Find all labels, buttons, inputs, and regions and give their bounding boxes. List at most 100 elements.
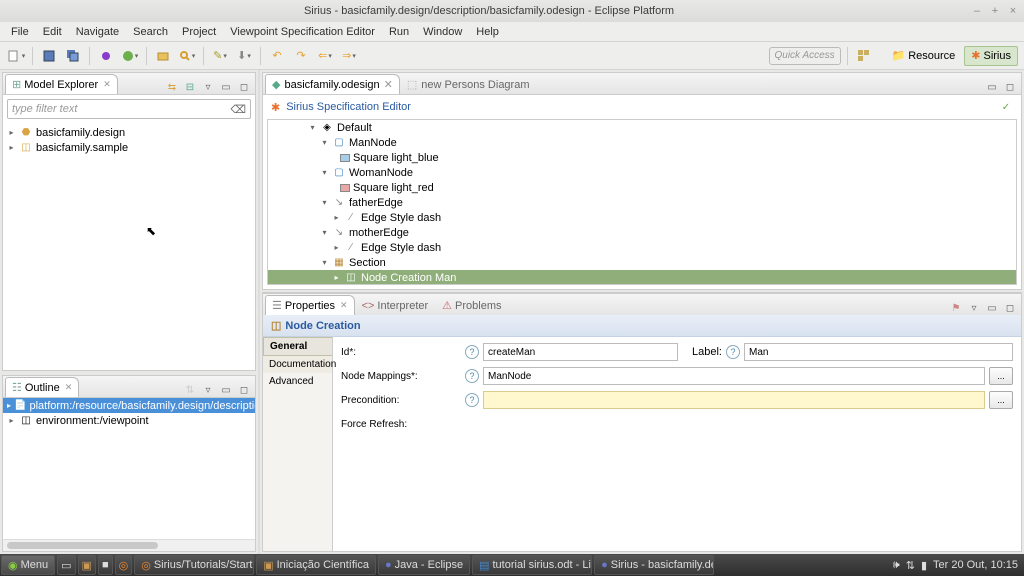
taskbar-item[interactable]: ▣Iniciação Científica bbox=[256, 555, 376, 575]
new-button[interactable] bbox=[6, 46, 26, 66]
link-editor-icon[interactable]: ⇆ bbox=[165, 80, 179, 94]
launcher-firefox[interactable]: ◎ bbox=[115, 555, 133, 575]
back-button[interactable]: ↶ bbox=[267, 46, 287, 66]
build-button[interactable] bbox=[96, 46, 116, 66]
close-icon[interactable]: ✕ bbox=[384, 78, 393, 91]
interpreter-tab[interactable]: <> Interpreter bbox=[355, 295, 436, 315]
maximize-view-icon[interactable]: ◻ bbox=[1003, 301, 1017, 315]
tree-item[interactable]: ▾▢WomanNode bbox=[268, 165, 1016, 180]
open-task-button[interactable] bbox=[153, 46, 173, 66]
problems-tab[interactable]: ⚠ Problems bbox=[435, 295, 508, 315]
tree-item[interactable]: ▾↘motherEdge bbox=[268, 225, 1016, 240]
horizontal-scrollbar[interactable] bbox=[3, 539, 255, 551]
minimize-view-icon[interactable]: ▭ bbox=[985, 301, 999, 315]
launcher-terminal[interactable]: ■ bbox=[98, 555, 113, 575]
view-menu-icon[interactable]: ▿ bbox=[967, 301, 981, 315]
tree-item[interactable]: ▾▢ManNode bbox=[268, 135, 1016, 150]
forward-button[interactable]: ↷ bbox=[291, 46, 311, 66]
outline-tab[interactable]: ☷ Outline ✕ bbox=[5, 377, 79, 397]
minimize-view-icon[interactable]: ▭ bbox=[219, 383, 233, 397]
menu-navigate[interactable]: Navigate bbox=[69, 24, 126, 40]
tree-item[interactable]: ▾↘fatherEdge bbox=[268, 195, 1016, 210]
filter-input[interactable]: type filter text ⌫ bbox=[7, 99, 251, 119]
taskbar-item[interactable]: ●Java - Eclipse bbox=[378, 555, 470, 575]
tree-item[interactable]: Square light_red bbox=[268, 180, 1016, 195]
help-icon[interactable]: ? bbox=[465, 369, 479, 383]
tree-item[interactable]: ▸∕Edge Style dash bbox=[268, 210, 1016, 225]
last-edit-button[interactable]: ⇐ bbox=[315, 46, 335, 66]
perspective-resource[interactable]: 📁Resource bbox=[884, 46, 962, 66]
help-icon[interactable]: ? bbox=[465, 345, 479, 359]
menu-file[interactable]: File bbox=[4, 24, 36, 40]
props-tab-general[interactable]: General bbox=[263, 337, 332, 356]
browse-button[interactable]: ... bbox=[989, 391, 1013, 409]
validate-icon[interactable]: ✓ bbox=[999, 100, 1013, 114]
maximize-view-icon[interactable]: ◻ bbox=[237, 383, 251, 397]
tree-item[interactable]: ▸◫environment:/viewpoint bbox=[3, 413, 255, 428]
collapse-icon[interactable]: ⊟ bbox=[183, 80, 197, 94]
view-menu-icon[interactable]: ▿ bbox=[201, 383, 215, 397]
outline-tree[interactable]: ▸📄platform:/resource/basicfamily.design/… bbox=[3, 398, 255, 468]
maximize-view-icon[interactable]: ◻ bbox=[237, 80, 251, 94]
search-button[interactable] bbox=[177, 46, 197, 66]
close-icon[interactable]: ✕ bbox=[103, 79, 111, 90]
network-icon[interactable]: ⇅ bbox=[906, 559, 915, 572]
view-menu-icon[interactable]: ▿ bbox=[201, 80, 215, 94]
sound-icon[interactable]: 🕪 bbox=[893, 559, 900, 572]
tree-item-selected[interactable]: ▸◫Node Creation Man bbox=[268, 270, 1016, 285]
menu-window[interactable]: Window bbox=[416, 24, 469, 40]
props-tab-documentation[interactable]: Documentation bbox=[263, 356, 332, 373]
menu-project[interactable]: Project bbox=[175, 24, 223, 40]
next-annotation-button[interactable]: ⇒ bbox=[339, 46, 359, 66]
launcher-files[interactable]: ▣ bbox=[78, 555, 96, 575]
clear-filter-icon[interactable]: ⌫ bbox=[230, 103, 246, 116]
label-input[interactable]: Man bbox=[744, 343, 1013, 361]
tree-item[interactable]: Square light_blue bbox=[268, 150, 1016, 165]
id-input[interactable]: createMan bbox=[483, 343, 678, 361]
show-desktop-button[interactable]: ▭ bbox=[57, 555, 75, 575]
editor-tab-diagram[interactable]: ⬚ new Persons Diagram bbox=[400, 74, 537, 94]
close-window-button[interactable]: × bbox=[1008, 5, 1018, 17]
tree-item[interactable]: ▾◈Default bbox=[268, 120, 1016, 135]
minimize-view-icon[interactable]: ▭ bbox=[985, 80, 999, 94]
close-icon[interactable]: ✕ bbox=[65, 382, 73, 393]
quick-access-input[interactable]: Quick Access bbox=[769, 47, 841, 65]
debug-button[interactable] bbox=[120, 46, 140, 66]
maximize-button[interactable]: + bbox=[990, 5, 1000, 17]
menu-vse[interactable]: Viewpoint Specification Editor bbox=[223, 24, 382, 40]
close-icon[interactable]: ✕ bbox=[340, 300, 348, 311]
taskbar-item[interactable]: ◎Sirius/Tutorials/Starte... bbox=[134, 555, 254, 575]
os-menu-button[interactable]: ◉Menu bbox=[1, 555, 55, 575]
menu-search[interactable]: Search bbox=[126, 24, 175, 40]
perspective-sirius[interactable]: ✱Sirius bbox=[964, 46, 1018, 66]
tree-item[interactable]: ▸∕Edge Style dash bbox=[268, 240, 1016, 255]
maximize-view-icon[interactable]: ◻ bbox=[1003, 80, 1017, 94]
precondition-input[interactable] bbox=[483, 391, 985, 409]
tree-item[interactable]: ▾▦Section bbox=[268, 255, 1016, 270]
help-icon[interactable]: ? bbox=[726, 345, 740, 359]
help-icon[interactable]: ? bbox=[465, 393, 479, 407]
open-perspective-button[interactable] bbox=[854, 46, 874, 66]
browse-button[interactable]: ... bbox=[989, 367, 1013, 385]
odesign-tree[interactable]: ▾◈Default ▾▢ManNode Square light_blue ▾▢… bbox=[267, 119, 1017, 285]
pin-icon[interactable]: ⚑ bbox=[949, 301, 963, 315]
toggle-breadcrumb-button[interactable]: ✎ bbox=[210, 46, 230, 66]
menu-run[interactable]: Run bbox=[382, 24, 416, 40]
sort-icon[interactable]: ⇅ bbox=[183, 383, 197, 397]
minimize-view-icon[interactable]: ▭ bbox=[219, 80, 233, 94]
properties-tab[interactable]: ☰ Properties ✕ bbox=[265, 295, 355, 315]
pin-button[interactable]: ⬇ bbox=[234, 46, 254, 66]
node-mappings-input[interactable]: ManNode bbox=[483, 367, 985, 385]
editor-tab-odesign[interactable]: ◆ basicfamily.odesign ✕ bbox=[265, 74, 400, 94]
tree-item[interactable]: ▸◫basicfamily.sample bbox=[7, 140, 251, 155]
menu-help[interactable]: Help bbox=[469, 24, 506, 40]
model-explorer-tree[interactable]: ▸⬣basicfamily.design ▸◫basicfamily.sampl… bbox=[3, 123, 255, 370]
clock[interactable]: Ter 20 Out, 10:15 bbox=[933, 559, 1018, 571]
menu-edit[interactable]: Edit bbox=[36, 24, 69, 40]
props-tab-advanced[interactable]: Advanced bbox=[263, 373, 332, 390]
save-all-button[interactable] bbox=[63, 46, 83, 66]
tree-item[interactable]: ▸⬣basicfamily.design bbox=[7, 125, 251, 140]
taskbar-item[interactable]: ●Sirius - basicfamily.de... bbox=[594, 555, 714, 575]
model-explorer-tab[interactable]: ⊞ Model Explorer ✕ bbox=[5, 74, 118, 94]
battery-icon[interactable]: ▮ bbox=[921, 559, 927, 572]
